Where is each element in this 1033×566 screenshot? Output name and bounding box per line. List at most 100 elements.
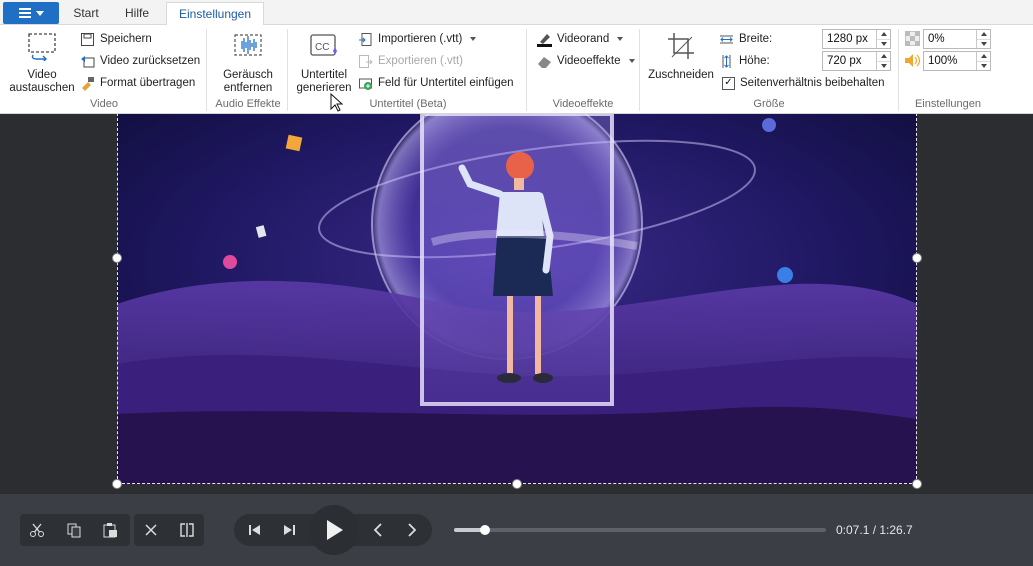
group-separator xyxy=(898,29,899,111)
increase-height-button[interactable] xyxy=(877,52,890,62)
tab-einstellungen[interactable]: Einstellungen xyxy=(166,2,264,26)
seek-bar-thumb[interactable] xyxy=(479,525,490,535)
volume-value[interactable]: 100% xyxy=(924,52,976,70)
export-icon xyxy=(359,54,373,68)
decrease-volume-button[interactable] xyxy=(977,62,990,71)
import-vtt-label: Importieren (.vtt) xyxy=(378,33,463,45)
group-label-subtitles: Untertitel (Beta) xyxy=(369,98,447,110)
skip-to-end-button[interactable] xyxy=(272,514,306,546)
generate-subtitles-button[interactable]: CC Untertitel generieren xyxy=(293,31,355,95)
remove-noise-label-2: entfernen xyxy=(223,82,273,94)
transparency-value[interactable]: 0% xyxy=(924,30,976,48)
transparency-field[interactable]: 0% xyxy=(923,29,991,49)
increase-transparency-button[interactable] xyxy=(977,30,990,40)
replace-video-label-2: austauschen xyxy=(9,82,75,94)
split-button[interactable] xyxy=(170,514,204,546)
width-value[interactable]: 1280 px xyxy=(823,30,876,48)
format-painter-label: Format übertragen xyxy=(100,77,196,89)
closed-captions-icon: CC xyxy=(310,34,337,56)
resize-handle-bottom-left[interactable] xyxy=(112,479,122,489)
crop-icon xyxy=(668,33,694,59)
play-button[interactable] xyxy=(309,505,359,555)
import-vtt-button[interactable]: Importieren (.vtt) xyxy=(358,29,477,49)
group-label-settings: Einstellungen xyxy=(914,98,982,110)
crop-label: Zuschneiden xyxy=(648,69,714,81)
import-icon xyxy=(359,32,372,46)
keep-ratio-checkbox[interactable]: ✓ Seitenverhältnis beibehalten xyxy=(722,73,885,93)
video-stage xyxy=(0,114,1033,494)
resize-handle-right[interactable] xyxy=(912,253,922,263)
paste-button[interactable] xyxy=(93,514,127,546)
paste-icon xyxy=(103,523,117,538)
video-effects-button[interactable]: Videoeffekte xyxy=(537,51,635,71)
group-label-audio: Audio Effekte xyxy=(215,98,281,110)
height-label-row: Höhe: xyxy=(719,51,770,71)
replace-video-button[interactable]: Video austauschen xyxy=(8,31,76,95)
skip-forward-icon xyxy=(284,525,295,535)
replace-video-label-1: Video xyxy=(27,69,57,81)
skip-to-start-button[interactable] xyxy=(238,514,272,546)
cut-button[interactable] xyxy=(20,514,54,546)
checkbox-checked-icon[interactable]: ✓ xyxy=(722,76,735,90)
chevron-down-icon xyxy=(35,10,44,16)
group-label-size: Größe xyxy=(753,98,785,110)
tab-hilfe[interactable]: Hilfe xyxy=(114,2,160,25)
app-menu-button[interactable] xyxy=(3,2,59,24)
add-subtitle-field-button[interactable]: Feld für Untertitel einfügen xyxy=(358,73,514,93)
height-field[interactable]: 720 px xyxy=(822,51,891,71)
previous-frame-button[interactable] xyxy=(361,514,395,546)
export-vtt-label: Exportieren (.vtt) xyxy=(378,55,463,67)
playback-controls: 0:07.1 / 1:26.7 xyxy=(0,494,1033,566)
chevron-down-icon xyxy=(628,59,635,63)
tab-bar: Start Hilfe Einstellungen xyxy=(0,0,1033,26)
delete-button[interactable] xyxy=(134,514,168,546)
tab-start[interactable]: Start xyxy=(62,2,110,25)
group-separator xyxy=(287,29,288,111)
chevron-right-icon xyxy=(408,523,417,537)
generate-subtitles-label-1: Untertitel xyxy=(300,69,348,81)
scissors-icon xyxy=(30,523,44,537)
save-icon xyxy=(81,32,94,46)
group-separator xyxy=(206,29,207,111)
remove-noise-button[interactable]: Geräusch entfernen xyxy=(214,31,282,95)
height-value[interactable]: 720 px xyxy=(823,52,876,70)
increase-volume-button[interactable] xyxy=(977,52,990,62)
decrease-height-button[interactable] xyxy=(877,62,890,71)
copy-button[interactable] xyxy=(57,514,91,546)
video-effects-label: Videoeffekte xyxy=(557,55,621,67)
resize-handle-left[interactable] xyxy=(112,253,122,263)
play-icon xyxy=(327,520,343,540)
format-painter-button[interactable]: Format übertragen xyxy=(80,73,195,93)
video-frame[interactable] xyxy=(117,114,917,484)
resize-handle-bottom-right[interactable] xyxy=(912,479,922,489)
add-field-icon xyxy=(359,78,372,90)
save-button[interactable]: Speichern xyxy=(80,29,152,49)
group-label-video: Video xyxy=(90,98,118,110)
crop-button[interactable]: Zuschneiden xyxy=(646,31,716,82)
video-border-label: Videorand xyxy=(557,33,610,45)
eraser-icon xyxy=(538,56,551,68)
increase-width-button[interactable] xyxy=(877,30,890,40)
decrease-transparency-button[interactable] xyxy=(977,40,990,49)
width-arrows-icon xyxy=(720,35,733,43)
next-frame-button[interactable] xyxy=(395,514,429,546)
video-border-button[interactable]: Videorand xyxy=(537,29,624,49)
format-painter-icon xyxy=(82,76,94,91)
seek-bar[interactable] xyxy=(454,525,826,535)
volume-field[interactable]: 100% xyxy=(923,51,991,71)
chevron-down-icon xyxy=(470,37,477,41)
reset-video-button[interactable]: Video zurücksetzen xyxy=(80,51,200,71)
border-color-icon xyxy=(537,33,552,47)
resize-handle-bottom[interactable] xyxy=(512,479,522,489)
width-label-row: Breite: xyxy=(719,29,772,49)
width-field[interactable]: 1280 px xyxy=(822,29,891,49)
reset-video-icon xyxy=(81,55,95,67)
chevron-down-icon xyxy=(617,37,624,41)
transparency-icon xyxy=(905,31,920,46)
width-label: Breite: xyxy=(739,33,773,45)
height-label: Höhe: xyxy=(739,55,770,67)
ribbon: Video austauschen Speichern Video zurück… xyxy=(0,25,1033,114)
generate-subtitles-label-2: generieren xyxy=(296,82,352,94)
save-label: Speichern xyxy=(100,33,152,45)
decrease-width-button[interactable] xyxy=(877,40,890,49)
